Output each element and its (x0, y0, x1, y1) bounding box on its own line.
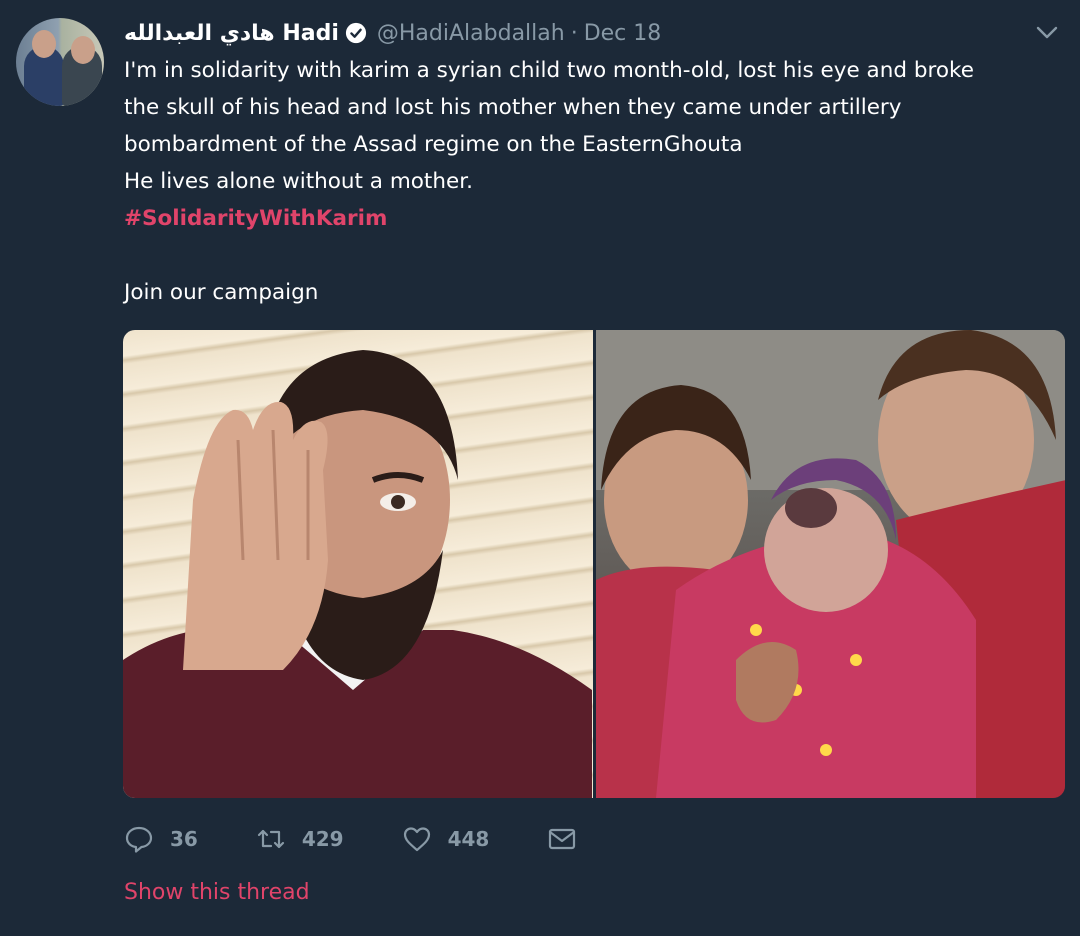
media-grid (123, 330, 1065, 798)
chevron-down-icon[interactable] (1036, 26, 1058, 40)
retweet-count: 429 (301, 827, 344, 851)
campaign-text: Join our campaign (124, 280, 319, 305)
tweet-header: هادي العبدالله Hadi @HadiAlabdallah · De… (124, 16, 661, 50)
direct-message-button[interactable] (547, 824, 593, 854)
direct-message-icon (549, 828, 576, 850)
hashtag-link[interactable]: #SolidarityWithKarim (124, 200, 1054, 237)
display-name[interactable]: هادي العبدالله Hadi (124, 21, 339, 46)
retweet-icon (257, 829, 284, 849)
tweet-line: bombardment of the Assad regime on the E… (124, 132, 743, 157)
tweet-date[interactable]: Dec 18 (584, 21, 662, 46)
photo-injured-child[interactable] (595, 330, 1065, 798)
like-count: 448 (447, 827, 490, 851)
tweet-actions: 36 429 448 (124, 818, 651, 860)
like-icon (403, 827, 430, 852)
verified-badge-icon (345, 22, 366, 44)
photo-man-covering-eye[interactable] (123, 330, 593, 798)
tweet-text: I'm in solidarity with karim a syrian ch… (124, 52, 1054, 311)
avatar[interactable] (16, 18, 104, 106)
reply-button[interactable]: 36 (124, 824, 198, 854)
retweet-button[interactable]: 429 (256, 824, 344, 854)
tweet: هادي العبدالله Hadi @HadiAlabdallah · De… (0, 0, 1080, 936)
tweet-line: the skull of his head and lost his mothe… (124, 95, 902, 120)
separator-dot: · (570, 20, 578, 46)
reply-count: 36 (170, 827, 198, 851)
like-button[interactable]: 448 (402, 824, 490, 854)
show-thread-link[interactable]: Show this thread (124, 880, 310, 905)
user-handle[interactable]: @HadiAlabdallah (377, 21, 565, 46)
tweet-line: I'm in solidarity with karim a syrian ch… (124, 58, 974, 83)
tweet-line: He lives alone without a mother. (124, 169, 473, 194)
reply-icon (125, 826, 153, 853)
